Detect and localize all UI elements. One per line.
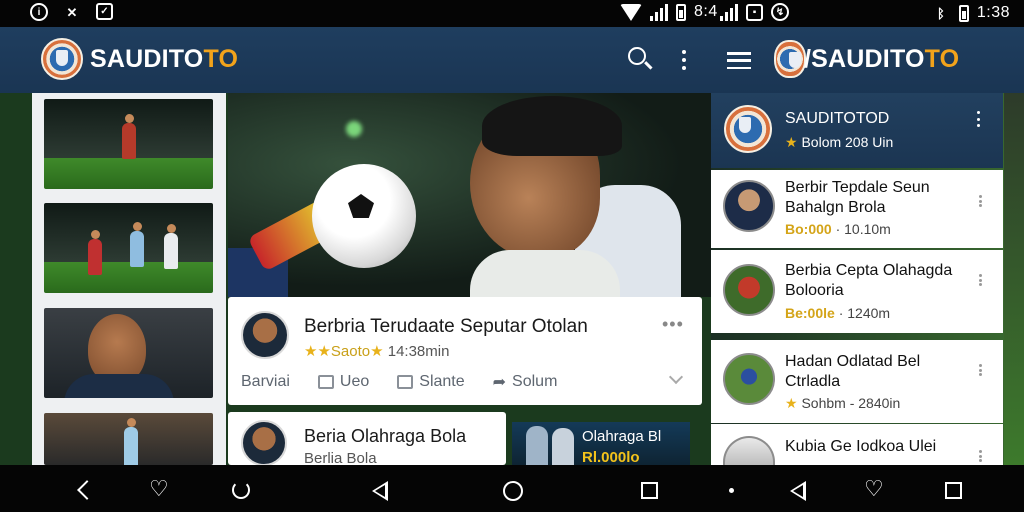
- list-item-more-icon[interactable]: [979, 364, 982, 376]
- share-icon: ➦: [492, 374, 507, 391]
- profile-more-icon[interactable]: [977, 111, 981, 127]
- action-comment-label: Ueo: [339, 373, 370, 390]
- list-item-title: Berbir Tepdale Seun Bahalgn Brola: [785, 179, 930, 216]
- brand-title: SAUDITOTO: [90, 45, 238, 74]
- author-avatar[interactable]: [241, 311, 289, 359]
- battery-icon: [676, 3, 686, 21]
- refresh-icon[interactable]: [232, 481, 250, 499]
- info-icon: i: [30, 3, 48, 21]
- recents-square-icon[interactable]: [945, 482, 962, 499]
- thumbnail-1[interactable]: [44, 99, 213, 189]
- back-icon[interactable]: [77, 480, 97, 500]
- profile-name: SAUDITOTOD: [785, 110, 890, 127]
- status-time-right: 1:38: [976, 4, 1010, 21]
- action-share[interactable]: ➦ Solum: [493, 372, 558, 392]
- article-meta: ★★Saoto★ 14:38min: [304, 342, 449, 360]
- comment-icon: [317, 375, 334, 389]
- promo-title: Olahraga Bl: [582, 428, 662, 445]
- search-icon[interactable]: [628, 47, 646, 65]
- article-time: 14:38min: [387, 343, 450, 360]
- profile-avatar[interactable]: [724, 105, 772, 153]
- home-circle-icon[interactable]: [503, 481, 523, 501]
- list-item-title: Kubia Ge Iodkoa Ulei: [785, 438, 937, 455]
- article-title[interactable]: Berbria Terudaate Seputar Otolan: [304, 316, 588, 338]
- right-brand-title: /SAUDITOTO: [804, 45, 959, 74]
- back-triangle-icon[interactable]: [372, 481, 388, 501]
- image-icon: ▪: [746, 3, 763, 21]
- thumbnail-column: [32, 93, 226, 465]
- star-icon: ★: [785, 134, 798, 150]
- more-vert-icon[interactable]: [682, 50, 686, 70]
- list-item-avatar: [723, 180, 775, 232]
- status-far-right: ᛒ 1:38: [931, 3, 1010, 23]
- action-comment[interactable]: Ueo: [317, 372, 370, 392]
- star-icon: ★: [370, 343, 384, 360]
- list-item-avatar: [723, 264, 775, 316]
- heart-icon[interactable]: ♡: [864, 478, 884, 500]
- heart-icon[interactable]: ♡: [149, 478, 169, 500]
- screen: i ✕ ✓ 8:4 ▪ ↯ ᛒ 1:38 SAUDITOTO Berbria T…: [0, 0, 1024, 512]
- status-mid-icons: 8:4: [620, 3, 718, 21]
- menu-icon[interactable]: [727, 52, 751, 69]
- action-save[interactable]: Slante: [397, 372, 465, 392]
- right-brand-main-text: SAUDITO: [811, 45, 925, 73]
- bluetooth-icon: ᛒ: [936, 5, 945, 21]
- list-item-more-icon[interactable]: [979, 450, 982, 462]
- article-actions: Barviai Ueo Slante ➦ Solum: [241, 372, 585, 392]
- back-triangle-icon[interactable]: [790, 481, 806, 501]
- profile-sub-text: Bolom 208 Uin: [801, 134, 894, 150]
- signal-icon: [720, 3, 738, 21]
- promo-card[interactable]: Olahraga Bl Rl.000lo: [512, 422, 690, 465]
- list-item-meta: ★ Sohbm - 2840in: [785, 395, 901, 411]
- right-edge-image: [1004, 93, 1024, 465]
- status-right-icons: ▪ ↯: [720, 3, 789, 21]
- action-barviai-label: Barviai: [241, 373, 290, 390]
- signal-icon: [650, 3, 668, 21]
- brand-logo-icon[interactable]: [41, 38, 83, 80]
- list-item-title: Berbia Cepta Olahagda Bolooria: [785, 262, 953, 299]
- recents-square-icon[interactable]: [641, 482, 658, 499]
- article-source: Saoto: [330, 343, 371, 360]
- right-brand-logo-icon[interactable]: [774, 40, 806, 78]
- list-item-more-icon[interactable]: [979, 195, 982, 207]
- thumbnail-2[interactable]: [44, 203, 213, 293]
- wifi-icon: [620, 3, 642, 21]
- list-item-meta: Be:00le · 1240m: [785, 305, 891, 321]
- author-avatar-2[interactable]: [241, 420, 287, 466]
- x-icon: ✕: [66, 5, 78, 20]
- status-time-left: 8:4: [694, 3, 718, 20]
- battery-icon: [958, 4, 969, 22]
- thumbnail-3[interactable]: [44, 308, 213, 398]
- article-title-2[interactable]: Beria Olahraga Bola: [304, 426, 466, 447]
- dot-icon: [729, 488, 734, 493]
- navigation-bar: ♡ ♡: [0, 465, 1024, 512]
- brand-main-text: SAUDITO: [90, 45, 204, 73]
- status-left-icons: i ✕ ✓: [30, 3, 113, 23]
- check-icon: ✓: [96, 3, 113, 20]
- list-item-meta: Bo:000 · 10.10m: [785, 221, 891, 237]
- hero-image[interactable]: [228, 93, 711, 297]
- bookmark-icon: [397, 375, 414, 389]
- status-bar: i ✕ ✓ 8:4 ▪ ↯ ᛒ 1:38: [0, 0, 1024, 27]
- right-brand-accent-text: TO: [924, 45, 960, 73]
- list-item-avatar: [723, 353, 775, 405]
- rating-stars: ★★: [304, 343, 331, 360]
- list-item-title: Hadan Odlatad Bel Ctrladla: [785, 353, 921, 390]
- profile-sub: ★ Bolom 208 Uin: [785, 134, 893, 151]
- thumbnail-4[interactable]: [44, 413, 213, 465]
- list-item-more-icon[interactable]: [979, 274, 982, 286]
- action-share-label: Solum: [512, 373, 558, 390]
- brand-accent-text: TO: [203, 45, 239, 73]
- more-horiz-icon[interactable]: •••: [662, 314, 684, 335]
- messenger-icon: ↯: [771, 3, 789, 21]
- promo-value: Rl.000lo: [582, 449, 640, 465]
- action-barviai[interactable]: Barviai: [241, 372, 290, 392]
- action-save-label: Slante: [419, 373, 465, 390]
